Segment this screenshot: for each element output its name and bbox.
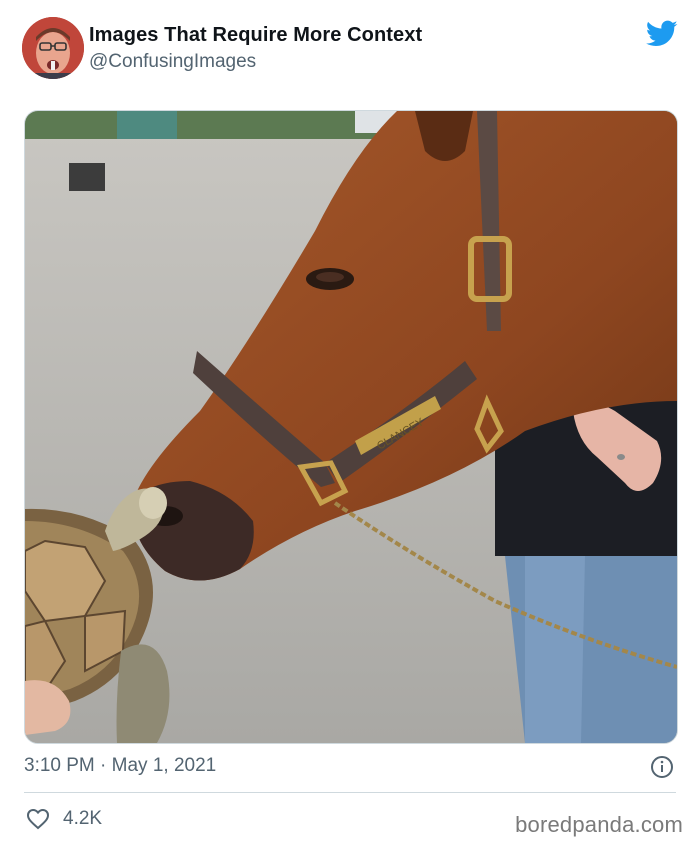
source-watermark: boredpanda.com	[515, 812, 683, 837]
info-icon[interactable]	[650, 755, 674, 779]
divider	[24, 792, 676, 793]
like-count[interactable]: 4.2K	[63, 808, 102, 830]
heart-icon[interactable]	[26, 807, 50, 831]
tweet-card: Images That Require More Context @Confus…	[0, 0, 700, 846]
author-name[interactable]: Images That Require More Context	[89, 24, 422, 47]
tweet-photo[interactable]: CLANCEY	[24, 110, 678, 744]
author-handle[interactable]: @ConfusingImages	[89, 51, 256, 73]
author-avatar[interactable]	[22, 17, 84, 79]
tweet-timestamp[interactable]: 3:10 PM · May 1, 2021	[24, 755, 216, 777]
twitter-bird-icon[interactable]	[645, 20, 678, 48]
